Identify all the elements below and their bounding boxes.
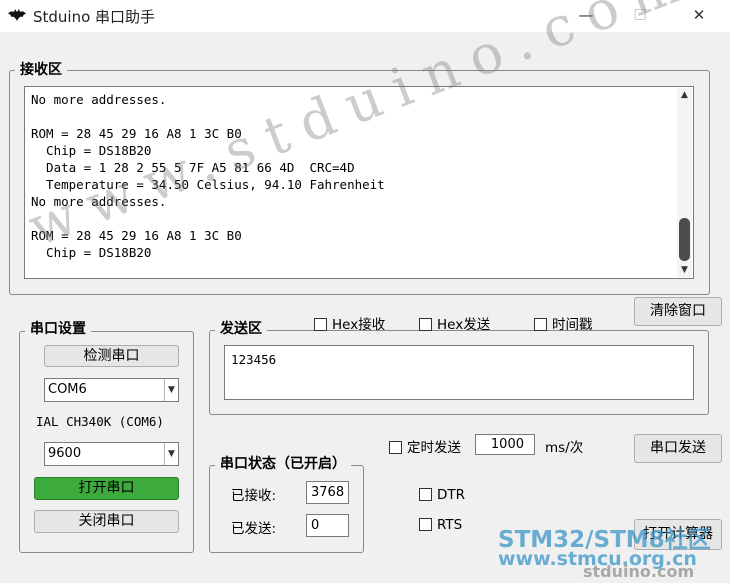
clear-window-button[interactable]: 清除窗口 bbox=[634, 297, 722, 326]
checkbox-box[interactable] bbox=[534, 318, 547, 331]
window-title: Stduino 串口助手 bbox=[33, 8, 156, 26]
dtr-label: DTR bbox=[437, 487, 466, 503]
sent-count-label: 已发送: bbox=[231, 521, 277, 537]
serial-settings-label: 串口设置 bbox=[25, 321, 91, 337]
interval-unit: ms/次 bbox=[545, 440, 584, 456]
timed-send-checkbox[interactable]: 定时发送 bbox=[389, 436, 461, 456]
timestamp-label: 时间戳 bbox=[552, 317, 593, 333]
port-select[interactable]: COM6 ▼ bbox=[44, 378, 179, 402]
scroll-up-arrow-icon[interactable]: ▲ bbox=[677, 88, 692, 102]
rts-checkbox[interactable]: RTS bbox=[419, 517, 462, 533]
checkbox-box[interactable] bbox=[419, 318, 432, 331]
timestamp-checkbox[interactable]: 时间戳 bbox=[534, 313, 593, 333]
bat-logo-icon bbox=[8, 9, 26, 21]
detect-port-button[interactable]: 检测串口 bbox=[44, 345, 179, 367]
checkbox-box[interactable] bbox=[389, 441, 402, 454]
checkbox-box[interactable] bbox=[314, 318, 327, 331]
baud-rate-value: 9600 bbox=[48, 446, 82, 461]
hex-receive-label: Hex接收 bbox=[332, 317, 386, 333]
chevron-down-icon[interactable]: ▼ bbox=[164, 443, 178, 465]
serial-status-label: 串口状态（已开启） bbox=[215, 456, 351, 472]
timed-send-label: 定时发送 bbox=[407, 440, 461, 456]
sent-count-field: 0 bbox=[306, 514, 349, 537]
received-count-label: 已接收: bbox=[231, 488, 277, 504]
send-textarea[interactable]: 123456 bbox=[224, 345, 694, 400]
checkbox-box[interactable] bbox=[419, 488, 432, 501]
serial-send-button[interactable]: 串口发送 bbox=[634, 434, 722, 463]
port-description: IAL CH340K (COM6) bbox=[36, 414, 164, 429]
open-port-button[interactable]: 打开串口 bbox=[34, 477, 179, 500]
dtr-checkbox[interactable]: DTR bbox=[419, 487, 465, 503]
baud-rate-select[interactable]: 9600 ▼ bbox=[44, 442, 179, 466]
minimize-button[interactable]: — bbox=[563, 0, 609, 32]
receive-scrollbar[interactable]: ▲ ▼ bbox=[677, 88, 692, 277]
hex-send-label: Hex发送 bbox=[437, 317, 491, 333]
watermark-stduino: stduino.com bbox=[583, 562, 695, 581]
close-port-button[interactable]: 关闭串口 bbox=[34, 510, 179, 533]
scroll-down-arrow-icon[interactable]: ▼ bbox=[677, 263, 692, 277]
scroll-thumb[interactable] bbox=[679, 218, 690, 261]
rts-label: RTS bbox=[437, 517, 463, 533]
watermark-stm-url: www.stmcu.org.cn bbox=[498, 548, 697, 570]
serial-status-group bbox=[209, 465, 364, 553]
received-count-field: 3768 bbox=[306, 481, 349, 504]
hex-receive-checkbox[interactable]: Hex接收 bbox=[314, 313, 385, 333]
receive-group-label: 接收区 bbox=[15, 62, 67, 78]
hex-send-checkbox[interactable]: Hex发送 bbox=[419, 313, 490, 333]
interval-input[interactable]: 1000 bbox=[475, 434, 535, 455]
port-select-value: COM6 bbox=[48, 382, 87, 397]
open-calculator-button[interactable]: 打开计算器 bbox=[634, 519, 722, 550]
receive-textarea[interactable]: No more addresses. ROM = 28 45 29 16 A8 … bbox=[24, 86, 694, 279]
checkbox-box[interactable] bbox=[419, 518, 432, 531]
maximize-button[interactable]: ☐ bbox=[617, 0, 663, 32]
send-group-label: 发送区 bbox=[215, 321, 267, 337]
chevron-down-icon[interactable]: ▼ bbox=[164, 379, 178, 401]
close-window-button[interactable]: ✕ bbox=[676, 0, 722, 32]
receive-text: No more addresses. ROM = 28 45 29 16 A8 … bbox=[31, 92, 385, 260]
